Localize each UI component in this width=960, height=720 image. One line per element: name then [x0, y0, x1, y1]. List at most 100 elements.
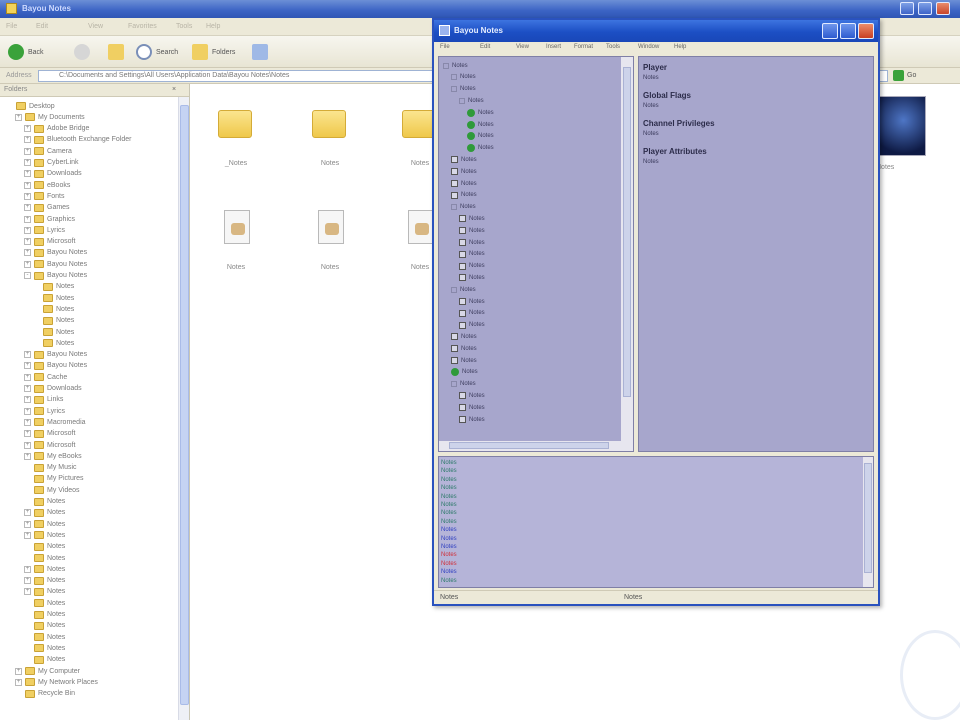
tree-item[interactable]: + My eBooks: [24, 450, 82, 462]
expand-icon[interactable]: [459, 97, 465, 104]
app-menu-window[interactable]: Window: [638, 44, 659, 50]
app-title-bar[interactable]: Bayou Notes: [434, 20, 878, 42]
scrollbar-thumb[interactable]: [864, 463, 872, 573]
checkbox-icon[interactable]: [459, 416, 466, 423]
tree-item[interactable]: + Macromedia: [24, 416, 86, 428]
tree-item[interactable]: + Notes: [24, 563, 65, 575]
app-minimize-icon[interactable]: [822, 23, 838, 39]
checkbox-icon[interactable]: [451, 156, 458, 164]
checkbox-icon[interactable]: [459, 309, 466, 317]
tree-item[interactable]: + Microsoft: [24, 428, 75, 440]
tree-item[interactable]: + Bayou Notes: [24, 349, 87, 361]
app-tree-item[interactable]: Notes: [451, 84, 476, 95]
checkbox-icon[interactable]: [459, 215, 466, 223]
tree-item[interactable]: My Music: [24, 462, 77, 474]
tree-item[interactable]: + Notes: [24, 518, 65, 530]
checkbox-icon[interactable]: [459, 274, 466, 282]
app-menu-edit[interactable]: Edit: [480, 44, 490, 50]
app-tree-item[interactable]: Notes: [467, 107, 494, 118]
app-tree-item[interactable]: Notes: [467, 131, 494, 142]
status-ok-icon[interactable]: [467, 144, 475, 153]
folder-tile[interactable]: Notes: [290, 98, 370, 178]
app-menu-help[interactable]: Help: [674, 44, 686, 50]
app-menu-view[interactable]: View: [516, 44, 529, 50]
status-ok-icon[interactable]: [467, 120, 475, 129]
tree-item[interactable]: + Adobe Bridge: [24, 123, 89, 135]
tree-vertical-scrollbar[interactable]: [621, 57, 633, 441]
tree-item[interactable]: + Lyrics: [24, 224, 65, 236]
expand-icon[interactable]: +: [15, 678, 22, 686]
expand-icon[interactable]: +: [24, 226, 31, 234]
checkbox-icon[interactable]: [451, 345, 458, 353]
app-tree-item[interactable]: Notes: [451, 166, 477, 177]
tree-item[interactable]: Notes: [33, 326, 74, 338]
file-tile[interactable]: Notes: [196, 202, 276, 282]
tree-item[interactable]: + Notes: [24, 575, 65, 587]
expand-icon[interactable]: +: [24, 418, 31, 426]
expand-icon[interactable]: [451, 74, 457, 81]
tree-item[interactable]: Notes: [33, 315, 74, 327]
tree-item[interactable]: Notes: [24, 654, 65, 666]
tree-item[interactable]: Notes: [24, 620, 65, 632]
checkbox-icon[interactable]: [459, 262, 466, 270]
app-tree-item[interactable]: Notes: [451, 190, 477, 201]
tree-item[interactable]: Notes: [24, 642, 65, 654]
checkbox-icon[interactable]: [459, 298, 466, 305]
expand-icon[interactable]: +: [24, 407, 31, 415]
file-tile[interactable]: Notes: [290, 202, 370, 282]
explorer-title-bar[interactable]: Bayou Notes: [0, 0, 960, 18]
menu-file[interactable]: File: [6, 23, 17, 30]
expand-icon[interactable]: [443, 62, 449, 69]
app-tree-item[interactable]: Notes: [467, 143, 494, 154]
menu-favorites[interactable]: Favorites: [128, 23, 157, 30]
tree-item[interactable]: + Notes: [24, 507, 65, 519]
expand-icon[interactable]: +: [24, 215, 31, 223]
scrollbar-thumb[interactable]: [449, 442, 609, 449]
menu-help[interactable]: Help: [206, 23, 220, 30]
tree-item[interactable]: + Downloads: [24, 168, 82, 180]
tree-item[interactable]: My Pictures: [24, 473, 84, 485]
tree-item[interactable]: + Microsoft: [24, 439, 75, 451]
tree-item[interactable]: + Notes: [24, 529, 65, 541]
folders-button[interactable]: Folders: [192, 42, 235, 62]
up-button[interactable]: [108, 42, 124, 62]
tree-item[interactable]: + Bayou Notes: [24, 258, 87, 270]
checkbox-icon[interactable]: [459, 250, 466, 258]
close-icon[interactable]: [936, 2, 950, 15]
views-button[interactable]: [252, 42, 268, 62]
status-ok-icon[interactable]: [467, 108, 475, 117]
tree-item[interactable]: + Bayou Notes: [24, 360, 87, 372]
expand-icon[interactable]: +: [24, 147, 31, 155]
expand-icon[interactable]: +: [24, 531, 31, 539]
tree-item[interactable]: + Games: [24, 202, 70, 214]
app-tree-item[interactable]: Notes: [451, 202, 476, 213]
tree-item[interactable]: Notes: [33, 281, 74, 293]
tree-item[interactable]: + Camera: [24, 145, 72, 157]
folders-scrollbar[interactable]: [178, 97, 189, 720]
tree-item[interactable]: Notes: [24, 609, 65, 621]
tree-item[interactable]: Notes: [24, 597, 65, 609]
app-tree-item[interactable]: Notes: [451, 331, 477, 342]
folder-tile[interactable]: _Notes: [196, 98, 276, 178]
expand-icon[interactable]: +: [24, 577, 31, 585]
checkbox-icon[interactable]: [459, 392, 466, 400]
tree-item[interactable]: Notes: [33, 292, 74, 304]
checkbox-icon[interactable]: [459, 227, 466, 235]
app-tree-item[interactable]: Notes: [459, 225, 485, 236]
expand-icon[interactable]: [451, 204, 457, 211]
tree-item[interactable]: Notes: [33, 303, 74, 315]
tree-item[interactable]: Notes: [33, 337, 74, 349]
app-tree-item[interactable]: Notes: [459, 213, 485, 224]
minimize-icon[interactable]: [900, 2, 914, 15]
app-tree-item[interactable]: Notes: [451, 355, 477, 366]
maximize-icon[interactable]: [918, 2, 932, 15]
app-tree-item[interactable]: Notes: [459, 95, 484, 106]
expand-icon[interactable]: +: [24, 430, 31, 438]
tree-item[interactable]: + Notes: [24, 586, 65, 598]
expand-icon[interactable]: +: [24, 260, 31, 268]
expand-icon[interactable]: +: [24, 204, 31, 212]
checkbox-icon[interactable]: [451, 168, 458, 176]
tree-item[interactable]: Notes: [24, 496, 65, 508]
scrollbar-thumb[interactable]: [623, 67, 631, 397]
checkbox-icon[interactable]: [459, 404, 466, 412]
